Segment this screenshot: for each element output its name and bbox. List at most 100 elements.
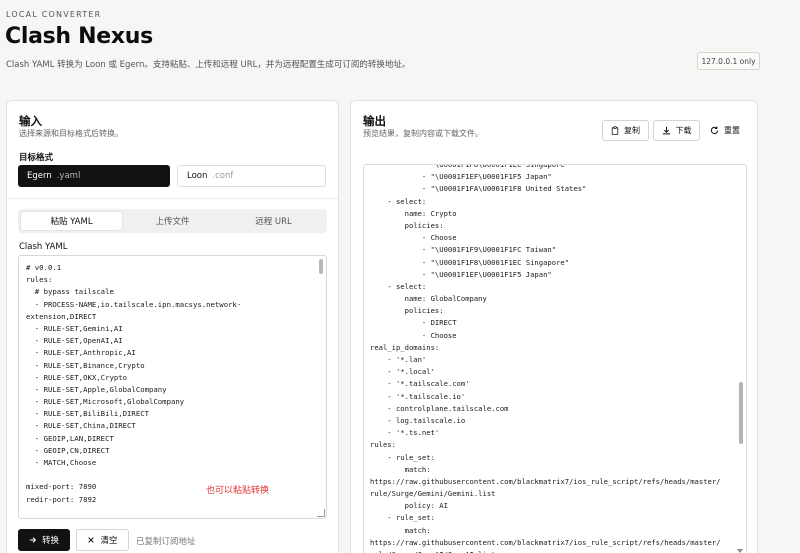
source-tabs: 粘贴 YAML 上传文件 远程 URL <box>18 209 327 233</box>
output-content: - "\U0001F1F8\U0001F1EC Singapore" - "\U… <box>370 164 732 553</box>
output-line: - "\U0001F1EF\U0001F1F5 Japan" <box>370 269 552 279</box>
output-line: - "\U0001F1EF\U0001F1F5 Japan" <box>370 172 552 182</box>
yaml-line: redir-port: 7892 <box>26 494 97 504</box>
output-line: https://raw.githubusercontent.com/blackm… <box>370 537 721 547</box>
output-line: - rule_set: <box>370 452 435 462</box>
output-line: match: <box>370 525 431 535</box>
yaml-line: - MATCH,Choose <box>26 458 97 467</box>
output-line: name: Crypto <box>370 208 457 218</box>
yaml-line: - GEOIP,CN,DIRECT <box>26 445 110 455</box>
page-subtitle: Clash YAML 转换为 Loon 或 Egern。支持粘贴、上传和远程 U… <box>6 60 411 70</box>
yaml-line: - RULE-SET,China,DIRECT <box>26 421 136 431</box>
output-line: rule/Surge/OpenAI/OpenAI.list <box>370 549 732 553</box>
output-line: rules: <box>370 440 396 450</box>
output-line: - "\U0001F1F8\U0001F1EC Singapore" <box>370 257 570 267</box>
output-line: policies: <box>370 306 444 316</box>
output-line: - Choose <box>370 233 457 243</box>
tab-remote-url[interactable]: 远程 URL <box>223 212 324 230</box>
output-line: - rule_set: <box>370 513 435 523</box>
yaml-line: - RULE-SET,Gemini,AI <box>26 323 123 333</box>
download-button[interactable]: 下载 <box>653 120 700 141</box>
output-line: - "\U0001F1F9\U0001F1FC Taiwan" <box>370 245 557 255</box>
format-loon-ext: .conf <box>212 171 234 181</box>
format-loon-button[interactable]: Loon .conf <box>177 165 326 187</box>
output-line: - '*.lan' <box>370 355 427 364</box>
yaml-line: - RULE-SET,Apple,GlobalCompany <box>26 384 167 394</box>
scroll-down-icon[interactable] <box>737 549 743 553</box>
output-line: rule/Surge/Gemini/Gemini.list <box>370 489 496 499</box>
tab-paste-yaml[interactable]: 粘贴 YAML <box>21 212 122 230</box>
output-description: 预览结果，复制内容或下载文件。 <box>363 129 483 138</box>
clipboard-icon <box>611 126 619 135</box>
format-loon-name: Loon <box>187 171 208 181</box>
output-line: - '*.local' <box>370 367 435 377</box>
yaml-line: - RULE-SET,Binance,Crypto <box>26 360 145 370</box>
output-line: - controlplane.tailscale.com <box>370 403 509 413</box>
eyebrow: LOCAL CONVERTER <box>6 10 102 19</box>
convert-button[interactable]: 转换 <box>18 529 70 551</box>
code-label: Clash YAML <box>19 242 68 252</box>
divider <box>7 198 338 199</box>
output-line: - '*.tailscale.io' <box>370 391 466 401</box>
output-line: match: <box>370 464 431 474</box>
x-icon <box>87 536 95 544</box>
tab-upload-file[interactable]: 上传文件 <box>122 212 223 230</box>
yaml-line: # bypass tailscale <box>26 287 114 297</box>
output-line: - Choose <box>370 330 457 340</box>
yaml-line: - RULE-SET,Anthropic,AI <box>26 348 136 358</box>
output-line: - "\U0001F1FA\U0001F1F8 United States" <box>370 184 587 194</box>
output-line: - select: <box>370 281 427 291</box>
output-line: - log.tailscale.io <box>370 415 466 425</box>
yaml-textarea[interactable]: # v0.0.1 rules: # bypass tailscale - PROC… <box>18 255 327 519</box>
reset-label: 重置 <box>724 126 740 135</box>
yaml-line: rules: <box>26 275 53 285</box>
annotation-note: 也可以粘贴转换 <box>206 486 270 496</box>
format-egern-name: Egern <box>27 171 52 181</box>
reset-button[interactable]: 重置 <box>705 120 745 141</box>
yaml-line <box>26 469 316 481</box>
output-line: - "\U0001F1F8\U0001F1EC Singapore" <box>370 164 570 169</box>
output-line: - DIRECT <box>370 318 457 328</box>
yaml-line: - RULE-SET,BiliBili,DIRECT <box>26 409 150 419</box>
yaml-line: mixed-port: 7890 <box>26 482 97 492</box>
format-egern-button[interactable]: Egern .yaml <box>18 165 170 187</box>
output-line: policies: <box>370 220 444 230</box>
yaml-line: - GEOIP,LAN,DIRECT <box>26 433 114 443</box>
input-panel: 输入 选择来源和目标格式后转换。 目标格式 Egern .yaml Loon .… <box>6 100 339 553</box>
target-format-label: 目标格式 <box>19 153 54 163</box>
output-line: - select: <box>370 196 427 206</box>
output-preview[interactable]: - "\U0001F1F8\U0001F1EC Singapore" - "\U… <box>363 164 747 553</box>
host-badge: 127.0.0.1 only <box>697 52 760 70</box>
format-egern-ext: .yaml <box>56 171 81 181</box>
output-line: - '*.tailscale.com' <box>370 379 470 389</box>
yaml-line: - RULE-SET,OKX,Crypto <box>26 372 128 382</box>
clear-label: 清空 <box>100 536 118 546</box>
arrow-right-icon <box>29 536 37 544</box>
yaml-line: - RULE-SET,OpenAI,AI <box>26 336 123 346</box>
resize-handle-icon[interactable] <box>317 509 325 517</box>
output-title: 输出 <box>363 114 386 128</box>
status-text: 已复制订阅地址 <box>136 537 196 547</box>
copy-label: 复制 <box>624 126 640 135</box>
download-label: 下载 <box>675 126 692 135</box>
convert-label: 转换 <box>41 536 59 546</box>
input-description: 选择来源和目标格式后转换。 <box>19 129 123 138</box>
clear-button[interactable]: 清空 <box>76 529 129 551</box>
yaml-line: extension,DIRECT <box>26 311 97 321</box>
output-line: https://raw.githubusercontent.com/blackm… <box>370 476 721 486</box>
download-icon <box>662 126 671 135</box>
output-line: real_ip_domains: <box>370 342 440 352</box>
output-line: - '*.ts.net' <box>370 428 440 438</box>
yaml-line: # v0.0.1 <box>26 263 62 272</box>
input-title: 输入 <box>19 114 42 128</box>
copy-button[interactable]: 复制 <box>602 120 649 141</box>
output-scrollbar[interactable] <box>739 382 743 444</box>
yaml-content: # v0.0.1 rules: # bypass tailscale - PROC… <box>26 262 316 506</box>
yaml-line: - RULE-SET,Microsoft,GlobalCompany <box>26 397 185 407</box>
yaml-scrollbar[interactable] <box>319 259 323 274</box>
page-title: Clash Nexus <box>5 24 153 49</box>
output-line: name: GlobalCompany <box>370 294 487 304</box>
output-panel: 输出 预览结果，复制内容或下载文件。 复制 下载 重置 - "\U0001F1F… <box>350 100 758 553</box>
refresh-icon <box>710 126 719 135</box>
output-line: policy: AI <box>370 501 448 511</box>
